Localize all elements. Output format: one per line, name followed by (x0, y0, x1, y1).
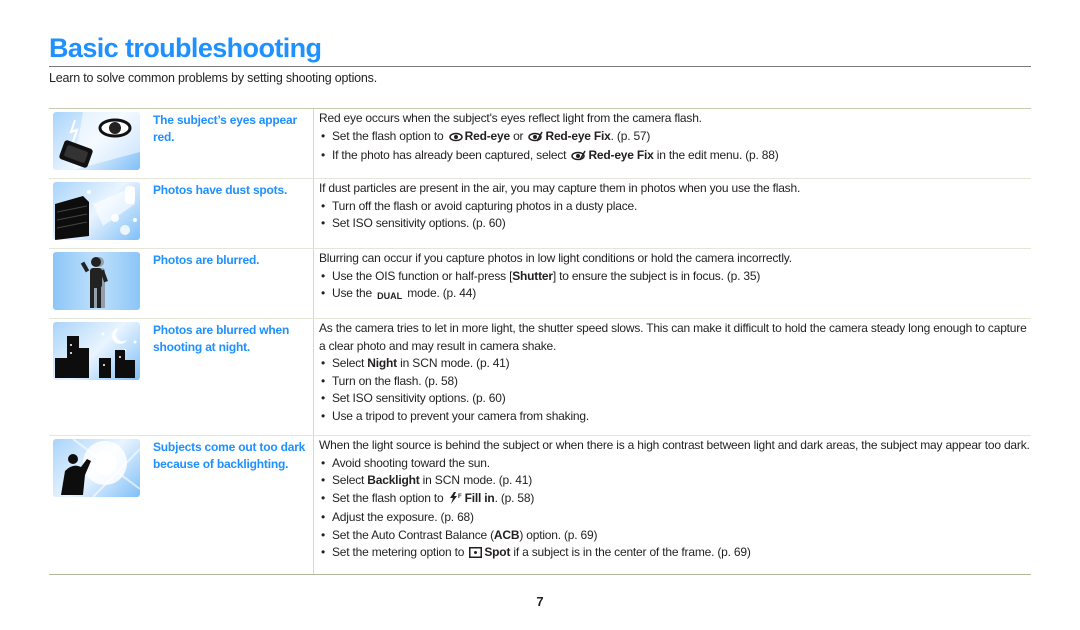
table-row: The subject’s eyes appear red. Red eye o… (49, 109, 1031, 178)
solution-cell: If dust particles are present in the air… (313, 179, 1031, 248)
solution-bullet: Set the metering option to Spot if a sub… (319, 544, 1031, 564)
solution-bullet: Use the OIS function or half-press [Shut… (319, 268, 1031, 286)
solution-cell: Red eye occurs when the subject's eyes r… (313, 109, 1031, 178)
red-eye-icon (448, 130, 463, 148)
page-number: 7 (536, 594, 544, 609)
problem-label: The subject’s eyes appear red. (153, 113, 297, 144)
solution-bullet: If the photo has already been captured, … (319, 147, 1031, 167)
problem-label: Photos are blurred. (153, 253, 260, 267)
solution-cell: When the light source is behind the subj… (313, 436, 1031, 574)
solution-lead: When the light source is behind the subj… (319, 438, 1030, 452)
scene-mode-icon: SCN (412, 356, 438, 370)
svg-text:F: F (458, 494, 462, 500)
page-title: Basic troubleshooting (49, 33, 322, 63)
solution-bullet: Use the DUAL mode. (p. 44) (319, 285, 1031, 306)
spot-metering-icon (469, 546, 483, 564)
red-eye-fix-icon (528, 130, 544, 148)
table-row: Photos are blurred when shooting at nigh… (49, 318, 1031, 435)
red-eye-camera-flash-illustration (53, 112, 140, 170)
solution-cell: Blurring can occur if you capture photos… (313, 249, 1031, 318)
problem-label: Photos are blurred when shooting at nigh… (153, 323, 290, 354)
solution-lead: Blurring can occur if you capture photos… (319, 251, 792, 265)
problem-label: Photos have dust spots. (153, 183, 288, 197)
solution-bullet: Set ISO sensitivity options. (p. 60) (319, 390, 1031, 408)
solution-lead: Red eye occurs when the subject's eyes r… (319, 111, 702, 125)
solution-bullet: Select Backlight in SCN mode. (p. 41) (319, 472, 1031, 490)
solution-lead: As the camera tries to let in more light… (319, 321, 1027, 353)
solution-bullet: Set the Auto Contrast Balance (ACB) opti… (319, 527, 1031, 545)
dust-spots-camera-illustration (53, 182, 140, 240)
table-row: Photos have dust spots. If dust particle… (49, 178, 1031, 248)
solution-bullet: Adjust the exposure. (p. 68) (319, 509, 1031, 527)
solution-bullet: Turn on the flash. (p. 58) (319, 373, 1031, 391)
table-row: Photos are blurred. Blurring can occur i… (49, 248, 1031, 318)
solution-bullet: Use a tripod to prevent your camera from… (319, 408, 1031, 426)
solution-bullet: Select Night in SCN mode. (p. 41) (319, 355, 1031, 373)
solution-bullet: Set the flash option to Red-eye or Red-e… (319, 128, 1031, 148)
solution-bullet: Set the flash option to F Fill in. (p. 5… (319, 490, 1031, 510)
solution-bullet: Turn off the flash or avoid capturing ph… (319, 198, 1031, 216)
scene-mode-icon: SCN (434, 473, 461, 487)
red-eye-fix-icon (571, 149, 587, 167)
intro-text: Learn to solve common problems by settin… (49, 71, 377, 85)
solution-lead: If dust particles are present in the air… (319, 181, 801, 195)
backlighting-sun-illustration (53, 439, 140, 497)
fill-in-flash-icon: F (449, 491, 463, 510)
solution-bullet: Set ISO sensitivity options. (p. 60) (319, 215, 1031, 233)
table-row: Subjects come out too dark because of ba… (49, 435, 1031, 574)
solution-cell: As the camera tries to let in more light… (313, 319, 1031, 435)
troubleshooting-table: The subject’s eyes appear red. Red eye o… (49, 108, 1031, 575)
solution-bullet: Avoid shooting toward the sun. (319, 455, 1031, 473)
dual-is-mode-icon: DUAL (377, 291, 403, 301)
title-divider (49, 66, 1031, 67)
problem-label: Subjects come out too dark because of ba… (153, 440, 306, 471)
blurred-person-illustration (53, 252, 140, 310)
night-city-illustration (53, 322, 140, 380)
